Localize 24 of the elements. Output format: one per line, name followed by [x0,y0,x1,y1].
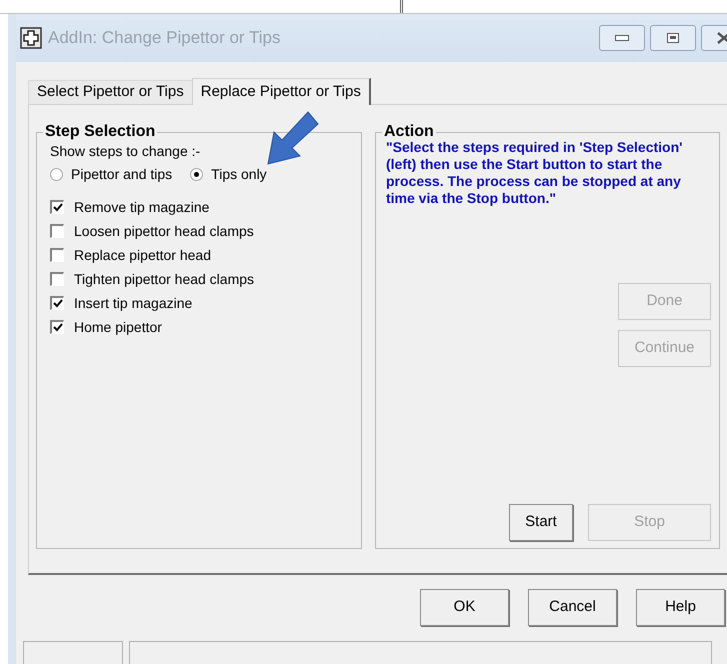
step-checkbox[interactable]: Replace pipettor head [50,243,361,267]
minimize-button[interactable] [599,25,645,51]
prompt-text: Show steps to change :- [50,142,202,161]
step-checkbox[interactable]: Tighten pipettor head clamps [50,267,361,291]
push-button[interactable]: Cancel [528,589,617,626]
radio-option[interactable]: Tips only [190,163,267,185]
push-button[interactable]: Help [636,589,725,626]
maximize-button[interactable] [650,25,696,51]
step-checkbox[interactable]: Insert tip magazine [50,291,361,315]
push-button[interactable]: Start [509,504,573,541]
plus-icon [20,27,42,49]
minimize-icon [615,35,629,41]
radio-option[interactable]: Pipettor and tips [50,163,172,185]
push-button[interactable]: OK [420,589,509,626]
tab[interactable]: Replace Pipettor or Tips [192,78,371,105]
maximize-icon [667,33,679,43]
step-checkbox[interactable]: Loosen pipettor head clamps [50,219,361,243]
close-icon [717,32,727,44]
group-title: Step Selection [43,123,158,141]
step-checkbox[interactable]: Home pipettor [50,315,361,339]
step-checkbox[interactable]: Remove tip magazine [50,195,361,219]
instruction-text: "Select the steps required in 'Step Selection' (left) then use the Start button to start the process. The process can be stopped at any time via the Stop button." [386,139,684,207]
tab[interactable]: Select Pipettor or Tips [28,80,192,104]
window-title: AddIn: Change Pipettor or Tips [48,27,280,50]
